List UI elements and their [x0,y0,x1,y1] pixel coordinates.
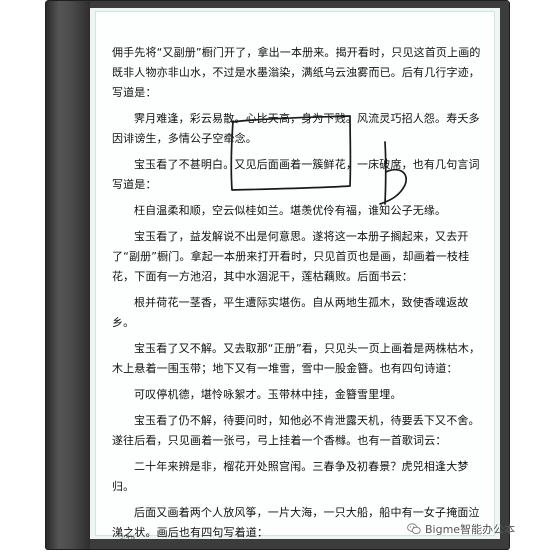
wechat-icon [407,523,421,535]
watermark-text: Bigme智能办公本 [425,523,516,536]
paragraph: 枉自温柔和顺，空云似桂如兰。堪羡优伶有福，谁知公子无缘。 [134,204,447,217]
paragraph: 宝玉看了又不解。又去取那“正册”看，只见头一页上画着是两株枯木，木上悬着一围玉带… [112,342,481,375]
paragraph: 宝玉看了仍不解，待要问时，知他必不肯泄露天机，待要丢下又不舍。遂往后看，只见画着… [112,414,480,447]
device-left-bezel [46,1,90,549]
paragraph: 宝玉看了不甚明白。又见后面画着一簇鲜花，一床破席，也有几句言词写道是： [112,158,480,191]
reading-page[interactable]: 佣手先将“又副册”橱门开了，拿出一本册来。揭开看时，只见这首页上画的既非人物亦非… [95,11,495,541]
paragraph: 可叹停机德，堪怜咏絮才。玉带林中挂，金簪雪里埋。 [134,388,402,401]
ereader-screen[interactable]: 佣手先将“又副册”橱门开了，拿出一本册来。揭开看时，只见这首页上画的既非人物亦非… [90,8,500,541]
reading-progress: 3.4% [120,534,136,541]
book-text: 佣手先将“又副册”橱门开了，拿出一本册来。揭开看时，只见这首页上画的既非人物亦非… [112,43,486,549]
paragraph: 根并荷花一茎香，平生遭际实堪伤。自从两地生孤木，致使香魂返故乡。 [112,296,469,329]
paragraph: 霁月难逢，彩云易散。心比天高，身为下贱。风流灵巧招人怨。寿夭多因诽谤生，多情公子… [112,112,480,145]
paragraph: 佣手先将“又副册”橱门开了，拿出一本册来。揭开看时，只见这首页上画的既非人物亦非… [112,46,481,99]
watermark: Bigme智能办公本 [407,520,515,538]
paragraph: 二十年来辨是非，榴花开处照宫闱。三春争及初春景？虎兕相逢大梦归。 [112,460,469,493]
device-right-bezel [499,1,509,549]
paragraph: 宝玉看了，益发解说不出是何意思。遂将这一本册子搁起来，又去开了“副册”橱门。拿起… [112,230,470,283]
device-top-bezel [90,1,508,8]
